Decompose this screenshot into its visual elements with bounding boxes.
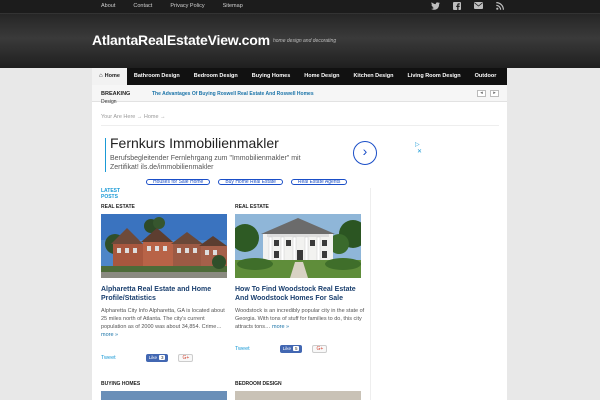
ad-info-icon[interactable]: ▷: [415, 141, 420, 148]
like-count: 3: [158, 355, 166, 360]
top-links: About Contact Privacy Policy Sitemap: [101, 3, 243, 9]
main-nav: ⌂ Home Bathroom Design Bedroom Design Buy…: [92, 68, 507, 85]
nav-item-kitchen-design[interactable]: Kitchen Design: [346, 68, 400, 85]
nav-item-bathroom-design[interactable]: Bathroom Design: [127, 68, 187, 85]
top-bar: About Contact Privacy Policy Sitemap: [0, 0, 600, 14]
social-icons: [431, 2, 504, 13]
top-link-about[interactable]: About: [101, 3, 115, 9]
facebook-like-button[interactable]: Like 3: [145, 354, 169, 362]
nav-item-outdoor[interactable]: Outdoor: [468, 68, 504, 85]
site-header: AtlantaRealEstateView.com home design an…: [0, 14, 600, 68]
colonial-house-image: [231, 214, 367, 278]
read-more-link[interactable]: more »: [101, 332, 118, 338]
google-plus-button[interactable]: G+: [178, 354, 194, 362]
read-more-link[interactable]: more »: [272, 324, 289, 330]
post-category[interactable]: BEDROOM DESIGN: [235, 381, 282, 387]
post-excerpt: Alpharetta City Info Alpharetta, GA is l…: [101, 307, 231, 339]
ad-accent-bar: [105, 138, 106, 172]
nav-item-home[interactable]: ⌂ Home: [92, 68, 127, 85]
breaking-prev-button[interactable]: ◂: [477, 90, 486, 97]
twitter-icon[interactable]: [431, 2, 440, 13]
ad-url[interactable]: Zertifikat! ils.de/immobilienmakler: [110, 164, 213, 171]
breaking-news-bar: BREAKING The Advantages Of Buying Roswel…: [92, 85, 507, 102]
ad-link-buy-home[interactable]: Buy Home Real Estate: [218, 179, 283, 185]
breaking-next-button[interactable]: ▸: [490, 90, 499, 97]
post-thumbnail[interactable]: [101, 214, 227, 278]
ad-link-agents[interactable]: Real Estate Agents: [290, 179, 348, 185]
facebook-like-label: Like: [282, 346, 291, 351]
breaking-label: BREAKING: [101, 91, 131, 97]
google-plus-button[interactable]: G+: [312, 345, 328, 353]
ad-banner[interactable]: Fernkurs Immobilienmakler Berufsbegleite…: [101, 135, 422, 183]
post-excerpt-text: Woodstock is an incredibly popular city …: [235, 308, 365, 330]
ad-go-button[interactable]: ›: [353, 141, 377, 165]
email-icon[interactable]: [474, 2, 483, 13]
nav-item-living-room-design[interactable]: Living Room Design: [400, 68, 467, 85]
townhouses-image: [101, 214, 227, 278]
breaking-under-text: Design: [101, 99, 117, 105]
nav-item-buying-homes[interactable]: Buying Homes: [245, 68, 298, 85]
nav-item-home-design[interactable]: Home Design: [297, 68, 346, 85]
nav-item-home-label: Home: [104, 73, 120, 79]
post-thumbnail[interactable]: [101, 391, 227, 400]
main-content: BREAKING The Advantages Of Buying Roswel…: [92, 85, 507, 400]
post-category[interactable]: REAL ESTATE: [235, 204, 269, 210]
tweet-button[interactable]: Tweet: [235, 346, 250, 352]
facebook-like-button[interactable]: Like 5: [279, 345, 303, 353]
divider: [101, 125, 499, 126]
share-buttons: Tweet Like 3 G+: [101, 354, 194, 362]
breadcrumb: Your Are Here → Home →: [101, 114, 166, 120]
top-link-privacy[interactable]: Privacy Policy: [170, 3, 204, 9]
facebook-icon[interactable]: [453, 2, 461, 13]
ad-link-houses-for-sale[interactable]: Houses for Sale Home: [146, 179, 211, 185]
tweet-button[interactable]: Tweet: [101, 355, 116, 361]
home-icon: ⌂: [99, 73, 103, 79]
nav-item-bedroom-design[interactable]: Bedroom Design: [187, 68, 245, 85]
post-title[interactable]: Alpharetta Real Estate and Home Profile/…: [101, 285, 227, 303]
post-title[interactable]: How To Find Woodstock Real Estate And Wo…: [235, 285, 361, 303]
ad-text: Berufsbegleitender Fernlehrgang zum "Imm…: [110, 155, 301, 162]
post-excerpt: Woodstock is an incredibly popular city …: [235, 307, 365, 331]
site-description: home design and decorating: [273, 38, 337, 44]
post-thumbnail[interactable]: [231, 214, 367, 278]
post-category[interactable]: REAL ESTATE: [101, 204, 135, 210]
latest-posts-label: LATEST POSTS: [101, 188, 120, 200]
ad-close-icon[interactable]: ✕: [417, 148, 422, 155]
post-excerpt-text: Alpharetta City Info Alpharetta, GA is l…: [101, 308, 225, 330]
breaking-headline[interactable]: The Advantages Of Buying Roswell Real Es…: [152, 91, 314, 97]
post-thumbnail[interactable]: [235, 391, 361, 400]
site-title[interactable]: AtlantaRealEstateView.com: [92, 32, 270, 48]
share-buttons: Tweet Like 5 G+: [235, 345, 328, 353]
sidebar: [370, 188, 507, 400]
top-link-sitemap[interactable]: Sitemap: [223, 3, 243, 9]
rss-icon[interactable]: [496, 2, 504, 13]
latest-posts-label-line2: POSTS: [101, 194, 118, 200]
ad-title[interactable]: Fernkurs Immobilienmakler: [110, 135, 279, 151]
top-link-contact[interactable]: Contact: [133, 3, 152, 9]
facebook-like-label: Like: [148, 355, 157, 360]
like-count: 5: [292, 346, 300, 351]
ad-links: Houses for Sale Home Buy Home Real Estat…: [101, 179, 348, 185]
post-category[interactable]: BUYING HOMES: [101, 381, 140, 387]
